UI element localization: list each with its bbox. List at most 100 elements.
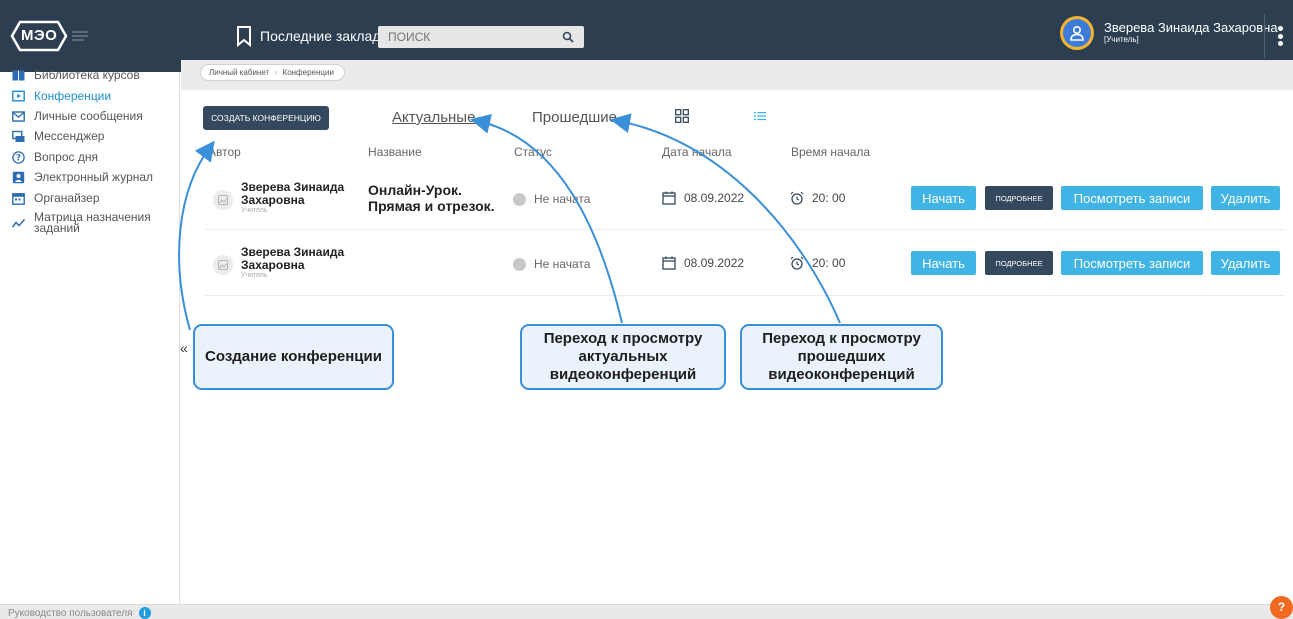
calendar-icon <box>662 256 676 270</box>
more-menu-icon[interactable] <box>1275 22 1285 50</box>
sidebar-item-messages[interactable]: Личные сообщения <box>0 109 175 130</box>
info-icon[interactable]: i <box>138 607 151 619</box>
conference-date: 08.09.2022 <box>662 256 744 270</box>
envelope-icon <box>12 111 25 122</box>
tab-past[interactable]: Прошедшие <box>532 109 617 126</box>
breadcrumb-current: Конференции <box>282 68 334 77</box>
tab-actual[interactable]: Актуальные <box>392 109 475 126</box>
status-dot-icon <box>513 192 526 206</box>
sidebar-item-label: Вопрос дня <box>34 150 98 164</box>
sidebar-item-label: Личные сообщения <box>34 109 143 123</box>
header-divider <box>1264 14 1265 58</box>
date-value: 08.09.2022 <box>684 256 745 270</box>
alarm-clock-icon <box>790 256 804 270</box>
column-header-title: Название <box>368 145 422 159</box>
search-icon[interactable] <box>562 31 574 43</box>
help-button[interactable]: ? <box>1270 596 1293 619</box>
footer-bar: Руководство пользователя i <box>0 604 1293 619</box>
play-screen-icon <box>12 90 25 102</box>
time-value: 20: 00 <box>812 191 846 205</box>
conference-time: 20: 00 <box>790 256 845 270</box>
logo[interactable]: МЭО <box>10 18 90 54</box>
user-guide-label: Руководство пользователя <box>8 607 133 619</box>
search-input[interactable] <box>388 30 548 44</box>
user-name: Зверева Зинаида Захаровна <box>1104 20 1278 35</box>
sidebar-item-label: Органайзер <box>34 191 100 205</box>
image-placeholder-icon <box>218 260 228 270</box>
sidebar-item-question[interactable]: ? Вопрос дня <box>0 150 175 171</box>
delete-button[interactable]: Удалить <box>1211 186 1280 210</box>
alarm-clock-icon <box>790 191 804 205</box>
image-placeholder-icon <box>218 195 228 205</box>
avatar[interactable] <box>1060 16 1094 50</box>
sidebar-item-messenger[interactable]: Мессенджер <box>0 129 175 150</box>
breadcrumb-bar <box>181 60 1293 90</box>
svg-text:?: ? <box>16 154 21 164</box>
trend-icon <box>12 218 25 228</box>
sidebar-item-label: Матрица назначения заданий <box>34 210 151 235</box>
view-records-button[interactable]: Посмотреть записи <box>1061 186 1203 210</box>
sidebar-collapse-icon[interactable]: « <box>180 340 188 356</box>
date-value: 08.09.2022 <box>684 191 745 205</box>
sidebar-item-journal[interactable]: Электронный журнал <box>0 170 175 191</box>
create-conference-button[interactable]: Создать конференцию <box>203 106 329 130</box>
column-header-author: Автор <box>208 145 241 159</box>
author-role: Учитель <box>241 272 268 279</box>
user-profile[interactable]: Зверева Зинаида Захаровна [Учитель] <box>1060 16 1278 50</box>
journal-icon <box>12 171 25 184</box>
status-label: Не начата <box>534 257 591 271</box>
user-role: [Учитель] <box>1104 35 1139 44</box>
column-header-time: Время начала <box>791 145 871 159</box>
conference-time: 20: 00 <box>790 191 845 205</box>
author-avatar <box>213 190 233 210</box>
breadcrumb: Личный кабинет › Конференции <box>200 64 345 81</box>
row-divider <box>205 229 1285 230</box>
details-button[interactable]: Подробнее <box>985 186 1053 210</box>
author-role: Учитель <box>241 207 268 214</box>
conference-status: Не начата <box>513 192 590 206</box>
calendar-icon <box>662 191 676 205</box>
author-name: Зверева Зинаида Захаровна <box>241 245 345 272</box>
sidebar-item-conferences[interactable]: Конференции <box>0 89 175 110</box>
start-button[interactable]: Начать <box>911 186 976 210</box>
author-avatar <box>213 255 233 275</box>
column-header-date: Дата начала <box>662 145 732 159</box>
status-label: Не начата <box>534 192 591 206</box>
grid-view-icon[interactable] <box>675 109 689 123</box>
view-records-button[interactable]: Посмотреть записи <box>1061 251 1203 275</box>
bookmarks-label: Последние закладки <box>260 28 395 44</box>
recent-bookmarks[interactable]: Последние закладки <box>236 25 394 47</box>
row-divider <box>205 295 1285 296</box>
conference-status: Не начата <box>513 257 590 271</box>
sidebar-item-task-matrix[interactable]: Матрица назначения заданий <box>0 210 175 242</box>
sidebar-item-label: Мессенджер <box>34 129 105 143</box>
bookmark-icon <box>237 26 251 47</box>
delete-button[interactable]: Удалить <box>1211 251 1280 275</box>
search-box[interactable] <box>378 26 584 48</box>
user-icon <box>1070 25 1084 41</box>
sidebar-item-label: Электронный журнал <box>34 170 154 184</box>
sidebar-item-courses[interactable]: Библиотека курсов <box>0 68 175 89</box>
column-header-status: Статус <box>514 145 552 159</box>
list-view-icon[interactable] <box>754 111 766 121</box>
calendar-icon <box>12 193 25 205</box>
status-dot-icon <box>513 257 526 271</box>
conference-date: 08.09.2022 <box>662 191 744 205</box>
logo-text: МЭО <box>21 27 58 44</box>
sidebar-item-organizer[interactable]: Органайзер <box>0 191 175 212</box>
conference-title: Онлайн-Урок. Прямая и отрезок. <box>368 182 495 214</box>
time-value: 20: 00 <box>812 256 846 270</box>
callout-arrows <box>178 113 841 331</box>
chat-icon <box>12 130 25 142</box>
start-button[interactable]: Начать <box>911 251 976 275</box>
callout-past-conferences: Переход к просмотру прошедших видеоконфе… <box>740 324 943 390</box>
book-icon <box>12 70 25 81</box>
breadcrumb-home[interactable]: Личный кабинет <box>209 68 269 77</box>
callout-actual-conferences: Переход к просмотру актуальных видеоконф… <box>520 324 726 390</box>
callout-create-conference: Создание конференции <box>193 324 394 390</box>
user-guide-link[interactable]: Руководство пользователя i <box>8 607 151 619</box>
sidebar-item-label: Конференции <box>34 89 112 103</box>
details-button[interactable]: Подробнее <box>985 251 1053 275</box>
sidebar-item-label: Библиотека курсов <box>34 68 140 82</box>
breadcrumb-separator-icon: › <box>274 67 278 78</box>
